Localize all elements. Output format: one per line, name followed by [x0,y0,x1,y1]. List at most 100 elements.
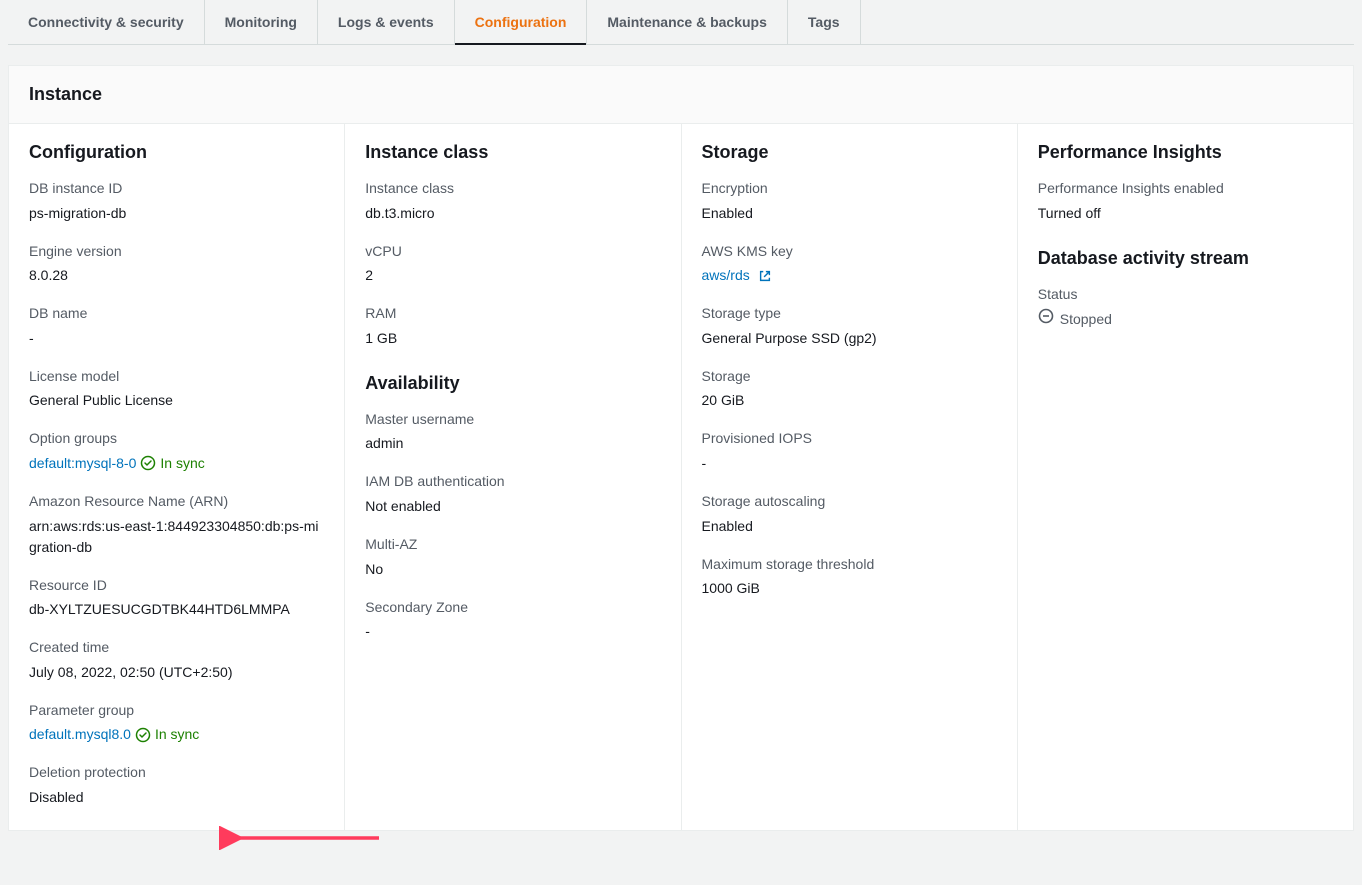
value-created-time: July 08, 2022, 02:50 (UTC+2:50) [29,662,324,683]
status-option-group: In sync [160,453,204,474]
value-iam-auth: Not enabled [365,496,660,517]
field-encryption: Encryption Enabled [702,179,997,224]
field-deletion-protection: Deletion protection Disabled [29,763,324,808]
value-storage-type: General Purpose SSD (gp2) [702,328,997,349]
check-circle-icon [140,455,156,471]
field-secondary-zone: Secondary Zone - [365,598,660,643]
stopped-icon [1038,308,1054,330]
status-parameter-group: In sync [155,724,199,745]
card-title: Instance [29,84,1333,105]
field-db-instance-id: DB instance ID ps-migration-db [29,179,324,224]
value-pi-enabled: Turned off [1038,203,1333,224]
label-encryption: Encryption [702,179,997,199]
link-option-group[interactable]: default:mysql-8-0 [29,453,136,474]
section-title-activity-stream: Database activity stream [1038,248,1333,269]
field-max-storage-threshold: Maximum storage threshold 1000 GiB [702,555,997,600]
value-vcpu: 2 [365,265,660,286]
value-max-storage-threshold: 1000 GiB [702,578,997,599]
section-title-performance-insights: Performance Insights [1038,142,1333,163]
field-vcpu: vCPU 2 [365,242,660,287]
field-instance-class: Instance class db.t3.micro [365,179,660,224]
label-storage-type: Storage type [702,304,997,324]
label-deletion-protection: Deletion protection [29,763,324,783]
field-resource-id: Resource ID db-XYLTZUESUCGDTBK44HTD6LMMP… [29,576,324,621]
label-secondary-zone: Secondary Zone [365,598,660,618]
label-resource-id: Resource ID [29,576,324,596]
section-title-configuration: Configuration [29,142,324,163]
label-pi-enabled: Performance Insights enabled [1038,179,1333,199]
value-provisioned-iops: - [702,453,997,474]
value-encryption: Enabled [702,203,997,224]
instance-card: Instance Configuration DB instance ID ps… [8,65,1354,831]
value-engine-version: 8.0.28 [29,265,324,286]
field-storage: Storage 20 GiB [702,367,997,412]
column-storage: Storage Encryption Enabled AWS KMS key a… [682,124,1018,830]
field-multi-az: Multi-AZ No [365,535,660,580]
value-deletion-protection: Disabled [29,787,324,808]
value-storage-autoscaling: Enabled [702,516,997,537]
card-header: Instance [9,66,1353,124]
tab-connectivity[interactable]: Connectivity & security [18,0,205,44]
field-storage-type: Storage type General Purpose SSD (gp2) [702,304,997,349]
label-provisioned-iops: Provisioned IOPS [702,429,997,449]
field-provisioned-iops: Provisioned IOPS - [702,429,997,474]
field-arn: Amazon Resource Name (ARN) arn:aws:rds:u… [29,492,324,558]
value-db-instance-id: ps-migration-db [29,203,324,224]
link-parameter-group[interactable]: default.mysql8.0 [29,724,131,745]
field-engine-version: Engine version 8.0.28 [29,242,324,287]
value-instance-class: db.t3.micro [365,203,660,224]
check-circle-icon [135,727,151,743]
section-title-storage: Storage [702,142,997,163]
value-secondary-zone: - [365,621,660,642]
field-iam-auth: IAM DB authentication Not enabled [365,472,660,517]
external-link-icon [758,269,772,283]
label-parameter-group: Parameter group [29,701,324,721]
field-parameter-group: Parameter group default.mysql8.0 In sync [29,701,324,746]
field-db-name: DB name - [29,304,324,349]
value-license-model: General Public License [29,390,324,411]
label-activity-status: Status [1038,285,1333,305]
tab-logs[interactable]: Logs & events [318,0,455,44]
label-iam-auth: IAM DB authentication [365,472,660,492]
label-ram: RAM [365,304,660,324]
label-db-name: DB name [29,304,324,324]
field-activity-status: Status Stopped [1038,285,1333,331]
field-created-time: Created time July 08, 2022, 02:50 (UTC+2… [29,638,324,683]
label-engine-version: Engine version [29,242,324,262]
link-kms-key[interactable]: aws/rds [702,265,750,286]
tab-configuration[interactable]: Configuration [455,0,588,44]
field-option-groups: Option groups default:mysql-8-0 In sync [29,429,324,474]
tab-monitoring[interactable]: Monitoring [205,0,318,44]
tab-maintenance[interactable]: Maintenance & backups [587,0,788,44]
field-license-model: License model General Public License [29,367,324,412]
column-instance-class: Instance class Instance class db.t3.micr… [345,124,681,830]
label-db-instance-id: DB instance ID [29,179,324,199]
field-master-username: Master username admin [365,410,660,455]
label-instance-class: Instance class [365,179,660,199]
value-multi-az: No [365,559,660,580]
field-storage-autoscaling: Storage autoscaling Enabled [702,492,997,537]
value-activity-status: Stopped [1060,309,1112,330]
label-max-storage-threshold: Maximum storage threshold [702,555,997,575]
label-storage: Storage [702,367,997,387]
label-master-username: Master username [365,410,660,430]
column-configuration: Configuration DB instance ID ps-migratio… [9,124,345,830]
label-kms-key: AWS KMS key [702,242,997,262]
label-arn: Amazon Resource Name (ARN) [29,492,324,512]
label-option-groups: Option groups [29,429,324,449]
label-vcpu: vCPU [365,242,660,262]
tabs-bar: Connectivity & security Monitoring Logs … [8,0,1354,45]
field-kms-key: AWS KMS key aws/rds [702,242,997,287]
value-resource-id: db-XYLTZUESUCGDTBK44HTD6LMMPA [29,599,324,620]
column-performance: Performance Insights Performance Insight… [1018,124,1353,830]
label-storage-autoscaling: Storage autoscaling [702,492,997,512]
label-created-time: Created time [29,638,324,658]
value-ram: 1 GB [365,328,660,349]
card-body: Configuration DB instance ID ps-migratio… [9,124,1353,830]
value-storage: 20 GiB [702,390,997,411]
field-ram: RAM 1 GB [365,304,660,349]
label-license-model: License model [29,367,324,387]
section-title-instance-class: Instance class [365,142,660,163]
tab-tags[interactable]: Tags [788,0,861,44]
value-arn: arn:aws:rds:us-east-1:844923304850:db:ps… [29,516,324,558]
